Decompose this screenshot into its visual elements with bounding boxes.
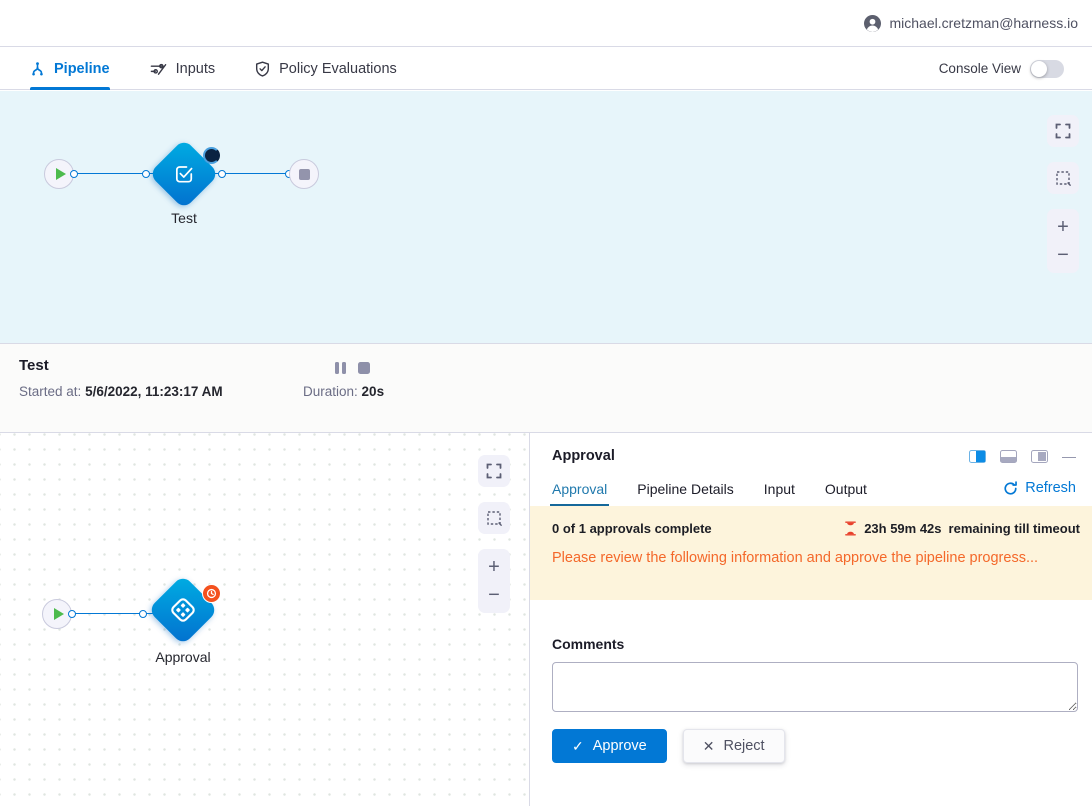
approvals-progress-text: 0 of 1 approvals complete bbox=[552, 521, 712, 536]
comments-label: Comments bbox=[552, 636, 1078, 652]
minimize-panel-button[interactable]: — bbox=[1062, 450, 1076, 463]
stage-node-label: Test bbox=[124, 210, 244, 226]
step-node-label: Approval bbox=[123, 649, 243, 665]
panel-title: Approval bbox=[552, 448, 615, 464]
policy-shield-icon bbox=[255, 61, 270, 77]
check-square-icon bbox=[171, 161, 197, 187]
timeout-duration: 23h 59m 42s bbox=[864, 521, 941, 536]
approve-label: Approve bbox=[593, 738, 647, 754]
execution-status-bar: Test Started at: 5/6/2022, 11:23:17 AM D… bbox=[0, 343, 1092, 433]
layout-bottom-button[interactable] bbox=[1000, 450, 1017, 463]
inputs-icon bbox=[150, 61, 167, 77]
duration-label: Duration: bbox=[303, 384, 358, 399]
timeout-remaining: 23h 59m 42s remaining till timeout bbox=[844, 521, 1080, 536]
step-canvas-fit-selection-button[interactable] bbox=[478, 502, 510, 534]
tab-label: Inputs bbox=[176, 61, 216, 77]
refresh-icon bbox=[1003, 481, 1018, 496]
x-icon: ✕ bbox=[703, 738, 715, 755]
console-view-toggle[interactable] bbox=[1030, 60, 1064, 78]
started-at: Started at: 5/6/2022, 11:23:17 AM bbox=[19, 384, 223, 399]
main-tabbar: Pipeline Inputs Policy Evaluations Conso… bbox=[0, 48, 1092, 90]
approval-timeout-banner: 0 of 1 approvals complete 23h 59m 42s re… bbox=[530, 506, 1092, 600]
approval-message: Please review the following information … bbox=[552, 550, 1080, 566]
waiting-timer-badge bbox=[202, 584, 221, 603]
reject-label: Reject bbox=[723, 738, 764, 754]
user-avatar-icon bbox=[864, 15, 881, 32]
tab-label: Policy Evaluations bbox=[279, 61, 397, 77]
tab-label: Pipeline bbox=[54, 61, 110, 77]
layout-right-button[interactable] bbox=[1031, 450, 1048, 463]
toggle-knob bbox=[1031, 61, 1047, 77]
step-canvas-fullscreen-button[interactable] bbox=[478, 455, 510, 487]
hourglass-icon bbox=[844, 521, 857, 536]
approve-button[interactable]: ✓ Approve bbox=[552, 729, 667, 763]
user-menu[interactable]: michael.cretzman@harness.io bbox=[864, 15, 1078, 32]
play-icon bbox=[56, 168, 66, 180]
refresh-button[interactable]: Refresh bbox=[1003, 480, 1076, 506]
stage-canvas-zoom-controls: + − bbox=[1047, 209, 1079, 273]
play-icon bbox=[54, 608, 64, 620]
zoom-in-button[interactable]: + bbox=[1057, 218, 1069, 236]
reject-button[interactable]: ✕ Reject bbox=[683, 729, 785, 763]
panel-tab-approval[interactable]: Approval bbox=[552, 481, 607, 506]
selection-box-icon bbox=[1055, 170, 1072, 187]
fullscreen-icon bbox=[486, 463, 502, 479]
edge-dot bbox=[70, 170, 78, 178]
approval-panel-tabs: Approval Pipeline Details Input Output R… bbox=[530, 464, 1092, 506]
started-at-value: 5/6/2022, 11:23:17 AM bbox=[85, 384, 223, 399]
selection-box-icon bbox=[486, 510, 503, 527]
pause-button[interactable] bbox=[335, 362, 346, 374]
fullscreen-icon bbox=[1055, 123, 1071, 139]
edge-dot bbox=[218, 170, 226, 178]
panel-tab-input[interactable]: Input bbox=[764, 481, 795, 506]
abort-button[interactable] bbox=[358, 362, 370, 374]
console-view-label: Console View bbox=[939, 61, 1021, 76]
panel-tab-pipeline-details[interactable]: Pipeline Details bbox=[637, 481, 734, 506]
step-graph-canvas[interactable]: Approval + − bbox=[0, 433, 530, 806]
check-icon: ✓ bbox=[572, 738, 584, 755]
tab-policy-evaluations[interactable]: Policy Evaluations bbox=[255, 48, 397, 89]
stage-title: Test bbox=[19, 357, 49, 374]
topbar: michael.cretzman@harness.io bbox=[0, 0, 1092, 47]
tab-inputs[interactable]: Inputs bbox=[150, 48, 216, 89]
zoom-out-button[interactable]: − bbox=[1057, 246, 1069, 264]
zoom-out-button[interactable]: − bbox=[488, 586, 500, 604]
running-spinner-badge bbox=[203, 147, 220, 164]
approval-detail-panel: Approval — Approval Pipeline Details Inp… bbox=[530, 433, 1092, 806]
started-at-label: Started at: bbox=[19, 384, 81, 399]
step-canvas-zoom-controls: + − bbox=[478, 549, 510, 613]
comments-input[interactable] bbox=[552, 662, 1078, 712]
timeout-suffix: remaining till timeout bbox=[949, 521, 1080, 536]
stage-canvas-fullscreen-button[interactable] bbox=[1047, 115, 1079, 147]
approval-step-icon bbox=[168, 595, 198, 625]
layout-split-right-button[interactable] bbox=[969, 450, 986, 463]
edge-dot bbox=[139, 610, 147, 618]
refresh-label: Refresh bbox=[1025, 480, 1076, 496]
pipeline-icon bbox=[30, 61, 45, 77]
stage-end-node[interactable] bbox=[289, 159, 319, 189]
duration: Duration: 20s bbox=[303, 384, 384, 399]
stage-graph-canvas[interactable]: Test + − bbox=[0, 91, 1092, 343]
zoom-in-button[interactable]: + bbox=[488, 558, 500, 576]
edge-dot bbox=[68, 610, 76, 618]
tab-pipeline[interactable]: Pipeline bbox=[30, 48, 110, 89]
panel-tab-output[interactable]: Output bbox=[825, 481, 867, 506]
stage-canvas-fit-selection-button[interactable] bbox=[1047, 162, 1079, 194]
user-email: michael.cretzman@harness.io bbox=[889, 15, 1078, 31]
clock-icon bbox=[206, 588, 217, 599]
stop-square-icon bbox=[299, 169, 310, 180]
duration-value: 20s bbox=[362, 384, 385, 399]
